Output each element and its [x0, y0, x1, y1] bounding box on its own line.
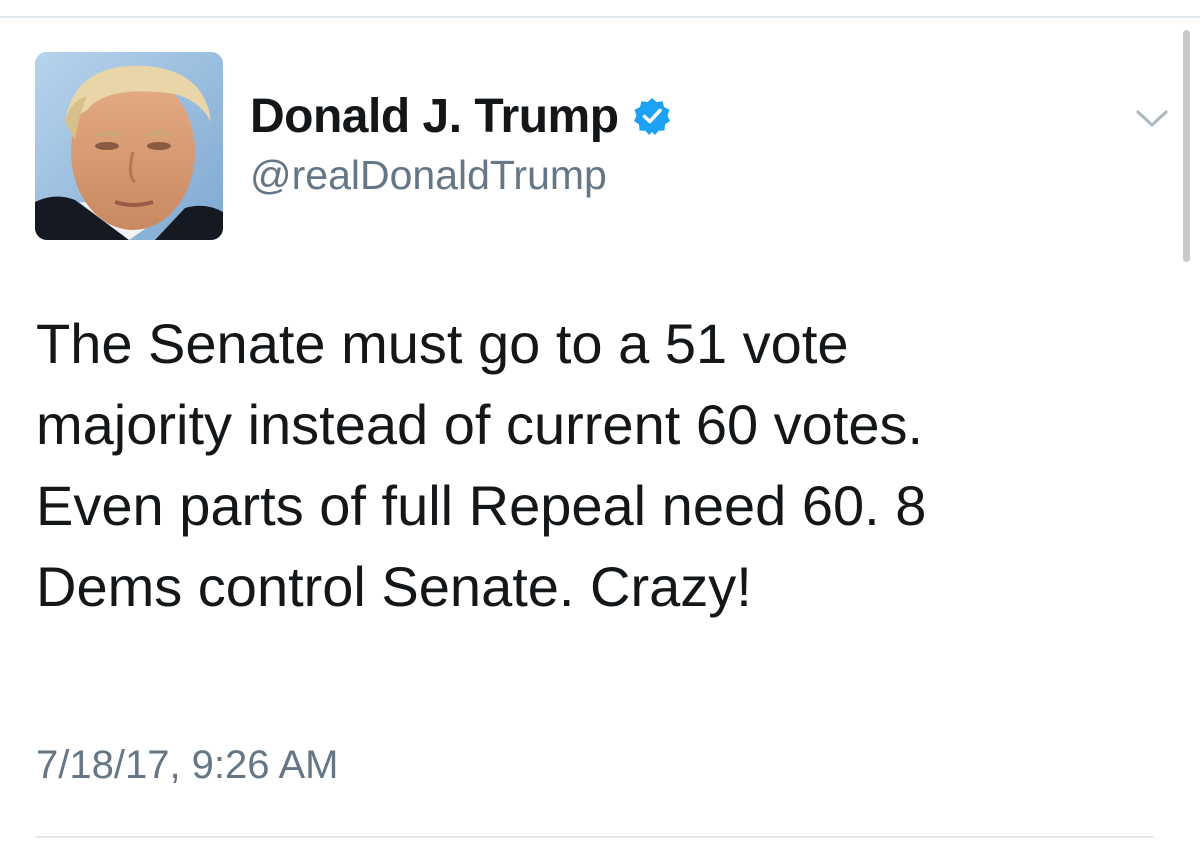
top-divider [0, 16, 1200, 18]
tweet-text-line: The Senate must go to a 51 vote [36, 312, 849, 375]
avatar-photo [35, 52, 223, 240]
author-username[interactable]: @realDonaldTrump [250, 152, 607, 199]
chevron-down-icon[interactable] [1132, 104, 1172, 132]
avatar[interactable] [35, 52, 223, 240]
tweet-timestamp[interactable]: 7/18/17, 9:26 AM [36, 743, 338, 788]
tweet-text: The Senate must go to a 51 vote majority… [36, 303, 1176, 627]
tweet-text-line: majority instead of current 60 votes. [36, 393, 924, 456]
tweet-text-line: Even parts of full Repeal need 60. 8 [36, 474, 927, 537]
verified-badge-icon [633, 97, 671, 135]
bottom-divider [36, 836, 1154, 838]
author-display-name[interactable]: Donald J. Trump [250, 89, 619, 144]
tweet-text-line: Dems control Senate. Crazy! [36, 555, 752, 618]
author-name-row[interactable]: Donald J. Trump [250, 86, 671, 146]
scrollbar[interactable] [1183, 30, 1190, 262]
